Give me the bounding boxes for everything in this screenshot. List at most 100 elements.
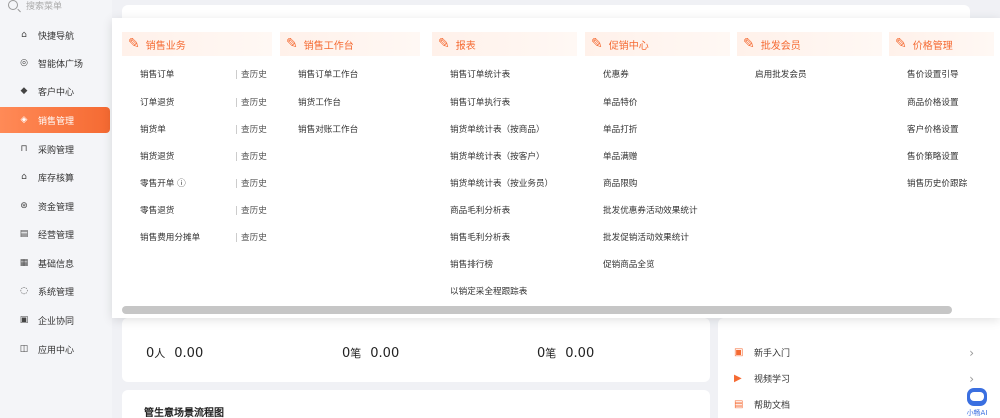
home-icon: ⌂ bbox=[21, 30, 27, 40]
promotion-icon: ✎ bbox=[591, 36, 603, 52]
divider bbox=[236, 179, 237, 188]
view-history-link[interactable]: 查历史 bbox=[241, 150, 267, 162]
app-icon: ◫ bbox=[19, 344, 29, 354]
search-icon bbox=[8, 0, 18, 10]
stat-value: 0.00 bbox=[174, 346, 204, 361]
menu-item[interactable]: 销售毛利分析表 bbox=[450, 231, 510, 243]
menu-item[interactable]: 客户价格设置 bbox=[907, 123, 959, 135]
divider bbox=[236, 125, 237, 134]
view-history-link[interactable]: 查历史 bbox=[241, 204, 267, 216]
stat-count: 0 bbox=[146, 346, 155, 361]
sidebar-item-label: 库存核算 bbox=[38, 173, 75, 184]
sidebar-item-5[interactable]: ⌂ 库存核算 bbox=[0, 164, 112, 190]
menu-column-title: 促销中心 bbox=[608, 40, 649, 52]
menu-item[interactable]: 销售费用分摊单 bbox=[140, 231, 200, 243]
stat-unit: 人 bbox=[154, 347, 166, 360]
chevron-right-icon: › bbox=[969, 345, 974, 360]
menu-item[interactable]: 销售订单统计表 bbox=[450, 68, 510, 80]
menu-item[interactable]: 促销商品全览 bbox=[603, 258, 655, 270]
menu-item[interactable]: 销售订单工作台 bbox=[298, 68, 358, 80]
divider bbox=[236, 98, 237, 107]
menu-item[interactable]: 销货单统计表（按业务员） bbox=[450, 177, 553, 189]
view-history-link[interactable]: 查历史 bbox=[241, 177, 267, 189]
menu-item[interactable]: 批发优惠券活动效果统计 bbox=[603, 204, 698, 216]
menu-search[interactable]: 搜索菜单 bbox=[8, 0, 104, 14]
sales-workbench-icon: ✎ bbox=[286, 36, 298, 52]
view-history-link[interactable]: 查历史 bbox=[241, 68, 267, 80]
menu-item[interactable]: 商品限购 bbox=[603, 177, 637, 189]
view-history-link[interactable]: 查历史 bbox=[241, 96, 267, 108]
help-item-beginner[interactable]: ▣ 新手入门 › bbox=[734, 345, 974, 360]
doc-icon: ▤ bbox=[734, 399, 744, 410]
ai-assistant-label: 小畅AI bbox=[966, 409, 988, 417]
menu-column-header: ✎ 报表 bbox=[432, 32, 577, 56]
menu-item[interactable]: 销售历史价跟踪 bbox=[907, 177, 967, 189]
sidebar-item-0[interactable]: ⌂ 快捷导航 bbox=[0, 22, 112, 48]
robot-face bbox=[970, 392, 984, 401]
sidebar-item-label: 经营管理 bbox=[38, 230, 75, 241]
price-icon: ✎ bbox=[895, 36, 907, 52]
sidebar-item-3[interactable]: ◈ 销售管理 bbox=[0, 107, 110, 133]
menu-item[interactable]: 单品打折 bbox=[603, 123, 637, 135]
menu-column-header: ✎ 销售业务 bbox=[122, 32, 272, 56]
ai-assistant-button[interactable]: 小畅AI bbox=[960, 388, 994, 418]
grid-icon: ▦ bbox=[19, 258, 29, 268]
menu-item[interactable]: 销货工作台 bbox=[298, 96, 341, 108]
menu-item[interactable]: 销货单 bbox=[140, 123, 166, 135]
sidebar-item-2[interactable]: ◆ 客户中心 bbox=[0, 78, 112, 104]
chevron-right-icon: › bbox=[969, 371, 974, 386]
view-history-link[interactable]: 查历史 bbox=[241, 123, 267, 135]
menu-item[interactable]: 启用批发会员 bbox=[755, 68, 807, 80]
menu-item[interactable]: 销售对账工作台 bbox=[298, 123, 358, 135]
sidebar-item-1[interactable]: ◎ 智能体广场 bbox=[0, 50, 112, 76]
menu-item[interactable]: 售价策略设置 bbox=[907, 150, 959, 162]
sales-business-icon: ✎ bbox=[128, 36, 140, 52]
sidebar-item-8[interactable]: ▦ 基础信息 bbox=[0, 250, 112, 276]
menu-item[interactable]: 订单退货 bbox=[140, 96, 174, 108]
help-item-video[interactable]: ▶ 视频学习 › bbox=[734, 371, 974, 386]
sidebar: 搜索菜单 ⌂ 快捷导航 ◎ 智能体广场 ◆ 客户中心 ◈ 销售管理 ⊓ 采购管理 ⌂ 库存核算 ⊛ 资金管… bbox=[0, 0, 112, 418]
menu-column-title: 销售工作台 bbox=[303, 40, 354, 52]
sidebar-item-label: 企业协同 bbox=[38, 316, 75, 327]
menu-item[interactable]: 以销定采全程跟踪表 bbox=[450, 285, 527, 297]
view-history-link[interactable]: 查历史 bbox=[241, 231, 267, 243]
stat-count: 0 bbox=[342, 346, 351, 361]
menu-item[interactable]: 商品价格设置 bbox=[907, 96, 959, 108]
document-icon: ▤ bbox=[19, 229, 29, 239]
stats-card: 0 人 0.00 0 笔 0.00 0 笔 0.00 bbox=[122, 318, 710, 382]
menu-item[interactable]: 销售订单 bbox=[140, 68, 174, 80]
sidebar-item-6[interactable]: ⊛ 资金管理 bbox=[0, 193, 112, 219]
stat-unit: 笔 bbox=[350, 347, 362, 360]
stat-receipts: 0 笔 0.00 bbox=[342, 345, 399, 361]
menu-item[interactable]: 销货单统计表（按商品） bbox=[450, 123, 545, 135]
calendar-icon: ▣ bbox=[19, 315, 29, 325]
menu-item[interactable]: 单品满赠 bbox=[603, 150, 637, 162]
menu-item[interactable]: 商品毛利分析表 bbox=[450, 204, 510, 216]
help-item-docs[interactable]: ▤ 帮助文档 bbox=[734, 398, 974, 411]
menu-item[interactable]: 单品特价 bbox=[603, 96, 637, 108]
menu-item[interactable]: 销售排行榜 bbox=[450, 258, 493, 270]
menu-item[interactable]: 优惠券 bbox=[603, 68, 629, 80]
sidebar-item-11[interactable]: ◫ 应用中心 bbox=[0, 336, 112, 362]
sidebar-item-10[interactable]: ▣ 企业协同 bbox=[0, 307, 112, 333]
menu-column-header: ✎ 批发会员 bbox=[737, 32, 882, 56]
book-icon: ▣ bbox=[734, 347, 744, 358]
stat-payments: 0 笔 0.00 bbox=[537, 345, 594, 361]
menu-item[interactable]: 销售订单执行表 bbox=[450, 96, 510, 108]
sidebar-item-7[interactable]: ▤ 经营管理 bbox=[0, 221, 112, 247]
horizontal-scrollbar[interactable] bbox=[122, 306, 952, 314]
sidebar-item-4[interactable]: ⊓ 采购管理 bbox=[0, 136, 112, 162]
menu-item[interactable]: 零售开单 ⓘ bbox=[140, 177, 186, 189]
sidebar-item-9[interactable]: ◌ 系统管理 bbox=[0, 278, 112, 304]
help-item-label: 帮助文档 bbox=[754, 401, 791, 411]
wholesale-member-icon: ✎ bbox=[743, 36, 755, 52]
sales-mega-menu: ✎ 销售业务 销售订单 查历史 订单退货 查历史 销货单 查历史 销货退货 查历史 零售开单 ⓘ 查历… bbox=[112, 18, 1000, 318]
menu-item[interactable]: 零售退货 bbox=[140, 204, 174, 216]
menu-item[interactable]: 销货退货 bbox=[140, 150, 174, 162]
divider bbox=[236, 233, 237, 242]
menu-item[interactable]: 售价设置引导 bbox=[907, 68, 959, 80]
menu-column-header: ✎ 价格管理 bbox=[889, 32, 994, 56]
settings-icon: ◌ bbox=[20, 286, 28, 296]
menu-item[interactable]: 批发促销活动效果统计 bbox=[603, 231, 689, 243]
menu-item[interactable]: 销货单统计表（按客户） bbox=[450, 150, 545, 162]
